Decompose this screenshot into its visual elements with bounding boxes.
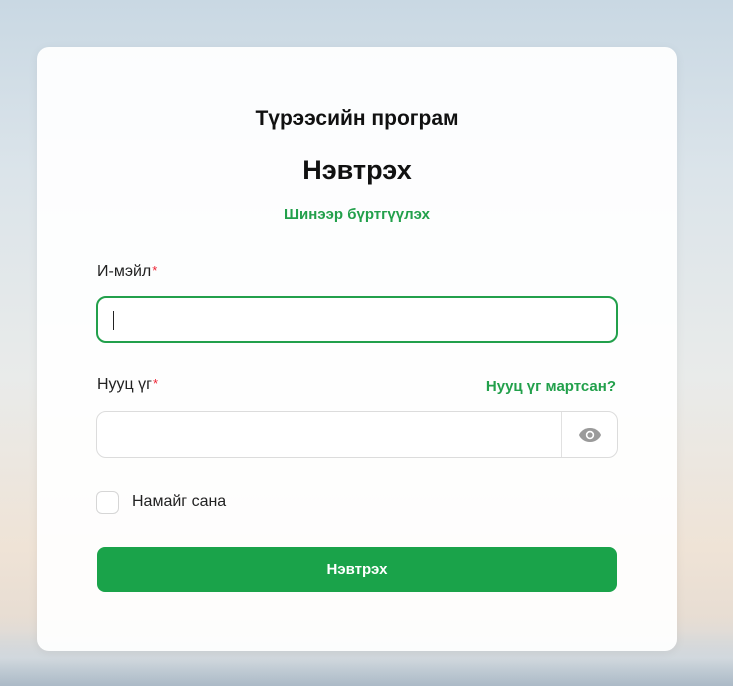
remember-me-row: Намайг сана [96,490,226,514]
required-mark: * [152,263,158,278]
app-title: Түрээсийн програм [255,107,459,130]
page-title: Нэвтрэх [302,155,412,185]
remember-me-checkbox[interactable] [96,490,119,514]
eye-icon [578,427,601,442]
register-link[interactable]: Шинээр бүртгүүлэх [37,206,677,223]
password-field[interactable] [97,412,562,457]
forgot-password-link[interactable]: Нууц үг мартсан? [486,378,616,395]
text-caret [113,311,114,330]
email-label-text: И-мэйл [97,263,152,280]
email-field[interactable] [96,296,618,343]
show-password-button[interactable] [561,412,617,457]
login-card: Түрээсийн програм Нэвтрэх Шинээр бүртгүү… [37,47,677,651]
password-label: Нууц үг* [97,376,158,394]
login-button[interactable]: Нэвтрэх [97,547,617,592]
required-mark: * [153,376,159,391]
email-label: И-мэйл* [97,263,157,281]
password-input-group [96,411,618,458]
password-label-text: Нууц үг [97,376,152,393]
remember-me-label[interactable]: Намайг сана [132,493,226,511]
